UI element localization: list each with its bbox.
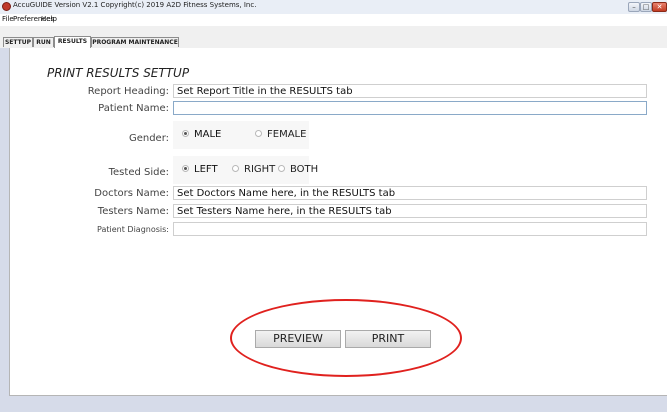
tab-run[interactable]: RUN — [33, 37, 54, 47]
side-left-label: LEFT — [194, 164, 218, 175]
tested-side-label: Tested Side: — [108, 167, 169, 178]
report-heading-input[interactable] — [173, 84, 647, 98]
doctors-name-label: Doctors Name: — [94, 188, 169, 199]
title-bar: AccuGUIDE Version V2.1 Copyright(c) 2019… — [0, 0, 667, 14]
page-title: PRINT RESULTS SETTUP — [47, 66, 190, 80]
side-right-radio[interactable]: RIGHT — [232, 164, 275, 175]
tab-strip: SETTUP RUN RESULTS PROGRAM MAINTENANCE — [0, 26, 667, 48]
radio-selected-icon — [182, 164, 189, 172]
radio-empty-icon — [278, 164, 285, 172]
radio-empty-icon — [232, 164, 239, 172]
tested-side-radio-group: LEFT RIGHT BOTH — [173, 156, 318, 184]
gender-female-radio[interactable]: FEMALE — [255, 129, 306, 140]
menu-bar: File Preferences Help — [0, 14, 667, 26]
patient-diagnosis-input[interactable] — [173, 222, 647, 236]
testers-name-input[interactable] — [173, 204, 647, 218]
app-icon — [2, 2, 11, 11]
side-both-radio[interactable]: BOTH — [278, 164, 318, 175]
gender-female-label: FEMALE — [267, 129, 307, 140]
minimize-button[interactable]: – — [628, 2, 640, 12]
maximize-button[interactable]: □ — [640, 2, 652, 12]
patient-name-input[interactable] — [173, 101, 647, 115]
radio-selected-icon — [182, 129, 189, 137]
gender-male-label: MALE — [194, 129, 222, 140]
highlight-oval — [230, 299, 462, 377]
window-title: AccuGUIDE Version V2.1 Copyright(c) 2019… — [13, 1, 257, 9]
side-both-label: BOTH — [290, 164, 319, 175]
report-heading-label: Report Heading: — [87, 86, 169, 97]
side-left-radio[interactable]: LEFT — [182, 164, 218, 175]
tab-settup[interactable]: SETTUP — [3, 37, 33, 47]
radio-empty-icon — [255, 129, 262, 137]
doctors-name-input[interactable] — [173, 186, 647, 200]
side-right-label: RIGHT — [244, 164, 276, 175]
testers-name-label: Testers Name: — [97, 206, 169, 217]
tab-results[interactable]: RESULTS — [54, 36, 91, 48]
gender-male-radio[interactable]: MALE — [182, 129, 221, 140]
menu-file[interactable]: File — [2, 15, 14, 23]
patient-diagnosis-label: Patient Diagnosis: — [97, 225, 169, 234]
close-button[interactable]: ✕ — [652, 2, 667, 12]
gender-radio-group: MALE FEMALE — [173, 121, 309, 149]
patient-name-label: Patient Name: — [98, 103, 169, 114]
gender-label: Gender: — [128, 133, 169, 144]
tab-program-maintenance[interactable]: PROGRAM MAINTENANCE — [91, 37, 179, 47]
menu-help[interactable]: Help — [41, 15, 57, 23]
